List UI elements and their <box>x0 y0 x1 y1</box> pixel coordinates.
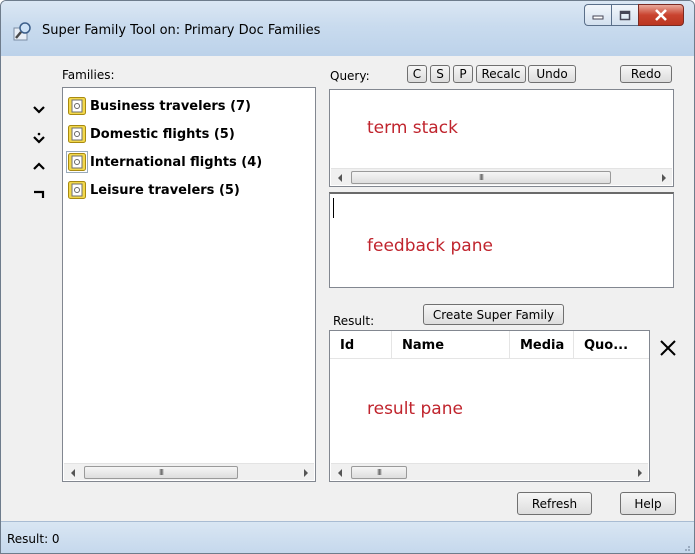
not-operator-button[interactable] <box>33 180 53 208</box>
family-icon <box>68 125 86 143</box>
close-x-icon <box>660 340 676 356</box>
status-text: Result: 0 <box>7 532 60 546</box>
result-hscrollbar[interactable]: III <box>331 463 648 480</box>
feedback-pane[interactable]: feedback pane <box>329 192 674 288</box>
column-header-id[interactable]: Id <box>330 331 392 359</box>
s-button[interactable]: S <box>430 65 450 83</box>
scroll-thumb[interactable]: III <box>84 466 238 479</box>
status-bar: Result: 0 <box>1 521 694 553</box>
or-operator-button[interactable] <box>33 152 53 180</box>
arrow-right-icon <box>303 468 308 477</box>
and-operator-button[interactable] <box>33 96 53 124</box>
help-button[interactable]: Help <box>620 492 676 515</box>
minimize-icon <box>592 15 604 20</box>
not-operator-icon <box>34 190 45 198</box>
families-hscrollbar[interactable]: III <box>64 463 314 480</box>
p-button[interactable]: P <box>453 65 473 83</box>
window-controls <box>584 4 684 27</box>
family-item[interactable]: Leisure travelers (5) <box>67 176 262 204</box>
title-bar[interactable]: Super Family Tool on: Primary Doc Famili… <box>1 1 694 56</box>
arrow-right-icon <box>637 468 642 477</box>
family-label: International flights (4) <box>90 154 263 170</box>
term-stack-hscrollbar[interactable]: III <box>331 168 672 185</box>
result-pane-caption: result pane <box>367 399 463 419</box>
chevron-up-icon <box>33 162 45 170</box>
feedback-caption: feedback pane <box>367 236 493 256</box>
term-stack-caption: term stack <box>367 118 458 138</box>
family-icon <box>68 181 86 199</box>
maximize-button[interactable] <box>611 4 638 26</box>
scroll-thumb[interactable]: III <box>351 466 407 479</box>
app-window: Super Family Tool on: Primary Doc Famili… <box>0 0 695 554</box>
column-header-quotation[interactable]: Quo... <box>574 331 649 359</box>
families-list[interactable]: Business travelers (7) Domestic flights … <box>62 87 316 482</box>
family-item[interactable]: Domestic flights (5) <box>67 120 262 148</box>
family-icon <box>66 151 88 173</box>
scroll-right-button[interactable] <box>655 169 672 186</box>
family-label: Business travelers (7) <box>90 98 251 114</box>
family-item[interactable]: Business travelers (7) <box>67 92 262 120</box>
result-table[interactable]: Id Name Media Quo... result pane III <box>329 330 650 482</box>
family-label: Leisure travelers (5) <box>90 182 240 198</box>
arrow-left-icon <box>70 468 75 477</box>
scroll-thumb[interactable]: III <box>351 171 611 184</box>
and-dot-operator-button[interactable] <box>33 124 53 152</box>
clear-result-button[interactable] <box>659 339 677 357</box>
maximize-icon <box>619 10 631 20</box>
query-label: Query: <box>330 69 370 83</box>
minimize-button[interactable] <box>584 4 611 26</box>
scroll-left-button[interactable] <box>64 464 81 481</box>
chevron-down-icon <box>33 106 45 114</box>
window-title: Super Family Tool on: Primary Doc Famili… <box>42 23 321 38</box>
column-header-name[interactable]: Name <box>392 331 510 359</box>
arrow-right-icon <box>661 173 666 182</box>
chevron-down-dot-icon <box>33 132 45 144</box>
undo-button[interactable]: Undo <box>528 65 576 83</box>
content-area: Families: Business travelers (7) Domesti… <box>9 56 688 521</box>
column-header-media[interactable]: Media <box>510 331 574 359</box>
family-label: Domestic flights (5) <box>90 126 235 142</box>
family-icon <box>68 97 86 115</box>
text-cursor <box>333 198 334 218</box>
scroll-left-button[interactable] <box>331 169 348 186</box>
arrow-left-icon <box>337 468 342 477</box>
scroll-right-button[interactable] <box>631 464 648 481</box>
redo-button[interactable]: Redo <box>620 65 672 83</box>
c-button[interactable]: C <box>407 65 427 83</box>
create-super-family-button[interactable]: Create Super Family <box>423 304 564 325</box>
result-label: Result: <box>333 314 375 328</box>
families-label: Families: <box>62 68 115 82</box>
refresh-button[interactable]: Refresh <box>517 492 592 515</box>
search-magnifier-icon <box>13 22 31 41</box>
arrow-left-icon <box>337 173 342 182</box>
scroll-left-button[interactable] <box>331 464 348 481</box>
term-stack-pane[interactable]: term stack III <box>329 89 674 187</box>
close-icon <box>655 9 667 21</box>
family-item[interactable]: International flights (4) <box>66 148 263 176</box>
recalc-button[interactable]: Recalc <box>476 65 526 83</box>
resize-grip-icon[interactable] <box>681 542 691 552</box>
close-window-button[interactable] <box>638 4 684 26</box>
scroll-right-button[interactable] <box>297 464 314 481</box>
result-table-header: Id Name Media Quo... <box>330 331 649 359</box>
operator-buttons <box>33 96 53 208</box>
